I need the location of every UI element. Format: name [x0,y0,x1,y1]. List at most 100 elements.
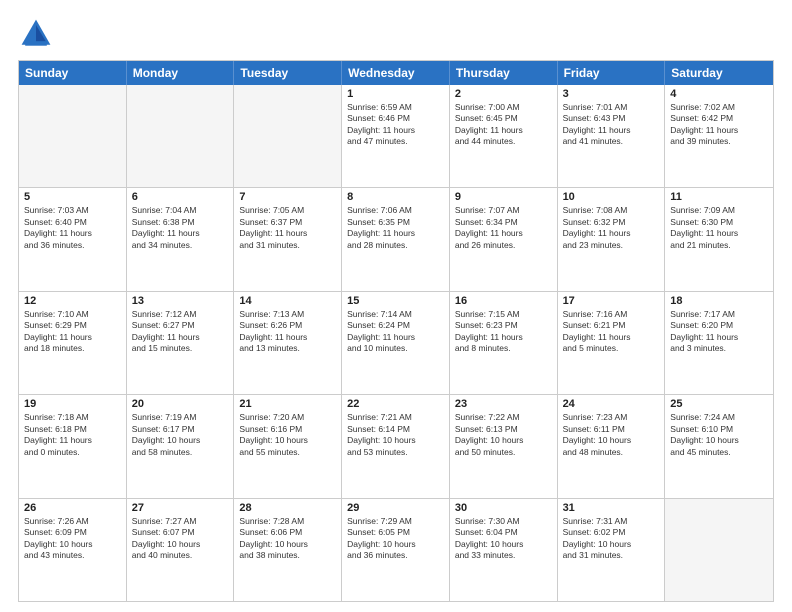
cell-content: Sunrise: 7:15 AM Sunset: 6:23 PM Dayligh… [455,309,552,355]
calendar: SundayMondayTuesdayWednesdayThursdayFrid… [18,60,774,602]
calendar-cell: 10 Sunrise: 7:08 AM Sunset: 6:32 PM Dayli… [558,188,666,290]
calendar-cell [234,85,342,187]
cell-content: Sunrise: 7:27 AM Sunset: 6:07 PM Dayligh… [132,516,229,562]
day-number: 1 [347,88,444,100]
calendar-cell: 17Sunrise: 7:16 AM Sunset: 6:21 PM Dayli… [558,292,666,394]
day-number: 14 [239,295,336,307]
day-number: 13 [132,295,229,307]
calendar-cell: 12 Sunrise: 7:10 AM Sunset: 6:29 PM Dayli… [19,292,127,394]
day-number: 31 [563,502,660,514]
calendar-cell: 31 Sunrise: 7:31 AM Sunset: 6:02 PM Dayli… [558,499,666,601]
day-number: 12 [24,295,121,307]
day-number: 8 [347,191,444,203]
calendar-cell [19,85,127,187]
cell-content: Sunrise: 7:17 AM Sunset: 6:20 PM Dayligh… [670,309,768,355]
cell-content: Sunrise: 7:16 AM Sunset: 6:21 PM Dayligh… [563,309,660,355]
cell-content: Sunrise: 7:02 AM Sunset: 6:42 PM Dayligh… [670,102,768,148]
cell-content: Sunrise: 7:12 AM Sunset: 6:27 PM Dayligh… [132,309,229,355]
calendar-cell: 9Sunrise: 7:07 AM Sunset: 6:34 PM Daylig… [450,188,558,290]
day-number: 24 [563,398,660,410]
calendar-cell: 2 Sunrise: 7:00 AM Sunset: 6:45 PM Daylig… [450,85,558,187]
day-number: 27 [132,502,229,514]
calendar-header-cell: Friday [558,61,666,85]
cell-content: Sunrise: 7:24 AM Sunset: 6:10 PM Dayligh… [670,412,768,458]
calendar-cell: 18 Sunrise: 7:17 AM Sunset: 6:20 PM Dayli… [665,292,773,394]
day-number: 28 [239,502,336,514]
calendar-cell: 13 Sunrise: 7:12 AM Sunset: 6:27 PM Dayli… [127,292,235,394]
cell-content: Sunrise: 7:31 AM Sunset: 6:02 PM Dayligh… [563,516,660,562]
cell-content: Sunrise: 7:06 AM Sunset: 6:35 PM Dayligh… [347,205,444,251]
calendar-cell [665,499,773,601]
page: SundayMondayTuesdayWednesdayThursdayFrid… [0,0,792,612]
day-number: 2 [455,88,552,100]
calendar-row: 19 Sunrise: 7:18 AM Sunset: 6:18 PM Dayli… [19,394,773,497]
cell-content: Sunrise: 7:23 AM Sunset: 6:11 PM Dayligh… [563,412,660,458]
calendar-row: 26 Sunrise: 7:26 AM Sunset: 6:09 PM Dayli… [19,498,773,601]
day-number: 10 [563,191,660,203]
calendar-cell: 6 Sunrise: 7:04 AM Sunset: 6:38 PM Daylig… [127,188,235,290]
day-number: 3 [563,88,660,100]
calendar-cell [127,85,235,187]
calendar-cell: 16 Sunrise: 7:15 AM Sunset: 6:23 PM Dayli… [450,292,558,394]
calendar-cell: 24 Sunrise: 7:23 AM Sunset: 6:11 PM Dayli… [558,395,666,497]
day-number: 15 [347,295,444,307]
day-number: 23 [455,398,552,410]
day-number: 30 [455,502,552,514]
day-number: 16 [455,295,552,307]
calendar-header-cell: Wednesday [342,61,450,85]
cell-content: Sunrise: 7:19 AM Sunset: 6:17 PM Dayligh… [132,412,229,458]
day-number: 4 [670,88,768,100]
calendar-cell: 22 Sunrise: 7:21 AM Sunset: 6:14 PM Dayli… [342,395,450,497]
calendar-header: SundayMondayTuesdayWednesdayThursdayFrid… [19,61,773,85]
day-number: 7 [239,191,336,203]
cell-content: Sunrise: 7:09 AM Sunset: 6:30 PM Dayligh… [670,205,768,251]
cell-content: Sunrise: 7:03 AM Sunset: 6:40 PM Dayligh… [24,205,121,251]
calendar-cell: 27 Sunrise: 7:27 AM Sunset: 6:07 PM Dayli… [127,499,235,601]
calendar-cell: 4 Sunrise: 7:02 AM Sunset: 6:42 PM Daylig… [665,85,773,187]
cell-content: Sunrise: 7:04 AM Sunset: 6:38 PM Dayligh… [132,205,229,251]
calendar-cell: 1 Sunrise: 6:59 AM Sunset: 6:46 PM Daylig… [342,85,450,187]
cell-content: Sunrise: 7:18 AM Sunset: 6:18 PM Dayligh… [24,412,121,458]
calendar-header-cell: Tuesday [234,61,342,85]
cell-content: Sunrise: 7:00 AM Sunset: 6:45 PM Dayligh… [455,102,552,148]
cell-content: Sunrise: 7:26 AM Sunset: 6:09 PM Dayligh… [24,516,121,562]
day-number: 26 [24,502,121,514]
calendar-header-cell: Monday [127,61,235,85]
calendar-cell: 19 Sunrise: 7:18 AM Sunset: 6:18 PM Dayli… [19,395,127,497]
day-number: 5 [24,191,121,203]
cell-content: Sunrise: 7:29 AM Sunset: 6:05 PM Dayligh… [347,516,444,562]
calendar-cell: 15Sunrise: 7:14 AM Sunset: 6:24 PM Dayli… [342,292,450,394]
day-number: 25 [670,398,768,410]
cell-content: Sunrise: 7:20 AM Sunset: 6:16 PM Dayligh… [239,412,336,458]
calendar-header-cell: Sunday [19,61,127,85]
calendar-cell: 21 Sunrise: 7:20 AM Sunset: 6:16 PM Dayli… [234,395,342,497]
calendar-header-cell: Thursday [450,61,558,85]
day-number: 11 [670,191,768,203]
calendar-row: 12 Sunrise: 7:10 AM Sunset: 6:29 PM Dayli… [19,291,773,394]
calendar-cell: 28 Sunrise: 7:28 AM Sunset: 6:06 PM Dayli… [234,499,342,601]
calendar-cell: 5 Sunrise: 7:03 AM Sunset: 6:40 PM Daylig… [19,188,127,290]
cell-content: Sunrise: 7:10 AM Sunset: 6:29 PM Dayligh… [24,309,121,355]
day-number: 19 [24,398,121,410]
day-number: 22 [347,398,444,410]
day-number: 6 [132,191,229,203]
cell-content: Sunrise: 7:28 AM Sunset: 6:06 PM Dayligh… [239,516,336,562]
logo-icon [18,16,54,52]
calendar-cell: 26 Sunrise: 7:26 AM Sunset: 6:09 PM Dayli… [19,499,127,601]
cell-content: Sunrise: 7:30 AM Sunset: 6:04 PM Dayligh… [455,516,552,562]
calendar-cell: 8 Sunrise: 7:06 AM Sunset: 6:35 PM Daylig… [342,188,450,290]
cell-content: Sunrise: 6:59 AM Sunset: 6:46 PM Dayligh… [347,102,444,148]
cell-content: Sunrise: 7:13 AM Sunset: 6:26 PM Dayligh… [239,309,336,355]
calendar-cell: 20 Sunrise: 7:19 AM Sunset: 6:17 PM Dayli… [127,395,235,497]
calendar-cell: 3Sunrise: 7:01 AM Sunset: 6:43 PM Daylig… [558,85,666,187]
calendar-cell: 14 Sunrise: 7:13 AM Sunset: 6:26 PM Dayli… [234,292,342,394]
calendar-row: 5 Sunrise: 7:03 AM Sunset: 6:40 PM Daylig… [19,187,773,290]
logo [18,16,58,52]
day-number: 20 [132,398,229,410]
day-number: 9 [455,191,552,203]
calendar-cell: 23Sunrise: 7:22 AM Sunset: 6:13 PM Dayli… [450,395,558,497]
day-number: 21 [239,398,336,410]
day-number: 18 [670,295,768,307]
cell-content: Sunrise: 7:21 AM Sunset: 6:14 PM Dayligh… [347,412,444,458]
cell-content: Sunrise: 7:08 AM Sunset: 6:32 PM Dayligh… [563,205,660,251]
